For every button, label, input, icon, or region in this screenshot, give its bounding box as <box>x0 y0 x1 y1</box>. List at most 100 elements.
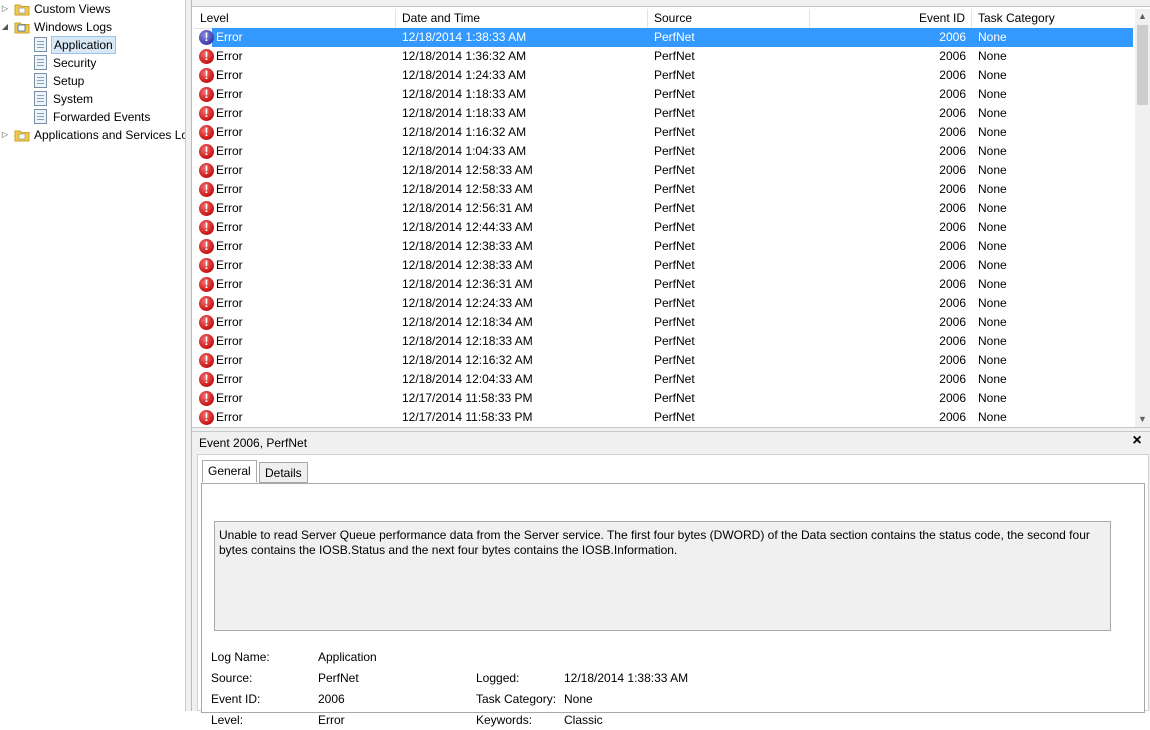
column-header-date-time[interactable]: Date and Time <box>396 9 648 28</box>
cell-level: Error <box>216 239 243 253</box>
expand-arrow-icon[interactable]: ▷ <box>0 0 10 18</box>
cell-event-id: 2006 <box>939 296 966 310</box>
error-icon: ! <box>199 372 214 387</box>
cell-level: Error <box>216 106 243 120</box>
error-icon: ! <box>199 106 214 121</box>
tree-item-label: Applications and Services Lo <box>34 128 185 142</box>
error-icon: ! <box>199 220 214 235</box>
table-row[interactable]: ! Error 12/18/2014 1:16:32 AM PerfNet 2006 No… <box>194 123 1133 142</box>
cell-date-time: 12/18/2014 1:16:32 AM <box>402 125 527 139</box>
table-row[interactable]: ! Error 12/18/2014 12:56:31 AM PerfNet 2006 N… <box>194 199 1133 218</box>
cell-task-category: None <box>978 277 1007 291</box>
cell-level: Error <box>216 315 243 329</box>
tree-item-windows-logs[interactable]: ◢ Windows Logs <box>0 18 185 36</box>
cell-task-category: None <box>978 144 1007 158</box>
tree-item-security[interactable]: Security <box>0 54 185 72</box>
cell-level: Error <box>216 334 243 348</box>
cell-event-id: 2006 <box>939 68 966 82</box>
cell-event-id: 2006 <box>939 201 966 215</box>
tree-item-label: Setup <box>53 74 85 88</box>
table-row[interactable]: ! Error 12/18/2014 1:18:33 AM PerfNet 2006 No… <box>194 104 1133 123</box>
column-header-task-category[interactable]: Task Category <box>972 9 1133 28</box>
cell-source: PerfNet <box>654 125 695 139</box>
cell-level: Error <box>216 353 243 367</box>
logged-value[interactable]: 12/18/2014 1:38:33 AM <box>564 668 688 688</box>
table-row[interactable]: ! Error 12/17/2014 11:58:33 PM PerfNet 2006 N… <box>194 389 1133 408</box>
cell-level: Error <box>216 125 243 139</box>
cell-date-time: 12/18/2014 12:36:31 AM <box>402 277 533 291</box>
table-row[interactable]: ! Error 12/18/2014 1:36:32 AM PerfNet 2006 No… <box>194 47 1133 66</box>
cell-event-id: 2006 <box>939 87 966 101</box>
cell-source: PerfNet <box>654 87 695 101</box>
column-header-level[interactable]: Level <box>194 9 396 28</box>
cell-task-category: None <box>978 106 1007 120</box>
cell-event-id: 2006 <box>939 125 966 139</box>
cell-source: PerfNet <box>654 296 695 310</box>
task-category-label: Task Category: <box>476 692 557 706</box>
table-row[interactable]: ! Error 12/18/2014 12:18:33 AM PerfNet 2006 N… <box>194 332 1133 351</box>
event-id-value[interactable]: 2006 <box>318 689 345 709</box>
cell-date-time: 12/18/2014 12:58:33 AM <box>402 182 533 196</box>
preview-body: General Details Unable to read Server Qu… <box>197 454 1149 727</box>
vertical-splitter[interactable] <box>185 0 192 711</box>
column-header-event-id[interactable]: Event ID <box>810 9 972 28</box>
error-icon: ! <box>199 239 214 254</box>
table-row[interactable]: ! Error 12/18/2014 12:16:32 AM PerfNet 2006 N… <box>194 351 1133 370</box>
tree-item-system[interactable]: System <box>0 90 185 108</box>
error-icon: ! <box>199 87 214 102</box>
cell-task-category: None <box>978 68 1007 82</box>
table-row[interactable]: ! Error 12/18/2014 12:58:33 AM PerfNet 2006 N… <box>194 161 1133 180</box>
table-row[interactable]: ! Error 12/17/2014 11:58:33 PM PerfNet 2006 N… <box>194 408 1133 427</box>
tree-item-setup[interactable]: Setup <box>0 72 185 90</box>
table-row[interactable]: ! Error 12/18/2014 1:18:33 AM PerfNet 2006 No… <box>194 85 1133 104</box>
task-category-value[interactable]: None <box>564 689 593 709</box>
cell-source: PerfNet <box>654 391 695 405</box>
tab-general[interactable]: General <box>202 460 257 483</box>
cell-source: PerfNet <box>654 372 695 386</box>
vertical-scrollbar[interactable]: ▲ ▼ <box>1135 9 1150 427</box>
event-rows: ! Error 12/18/2014 1:38:33 AM PerfNet 2006 No… <box>194 28 1133 427</box>
cell-level: Error <box>216 220 243 234</box>
table-row[interactable]: ! Error 12/18/2014 12:38:33 AM PerfNet 2006 N… <box>194 237 1133 256</box>
tree-item-application[interactable]: Application <box>0 36 185 54</box>
tree-item-applications-and-services[interactable]: ▷ Applications and Services Lo <box>0 126 185 144</box>
expand-arrow-icon[interactable]: ▷ <box>0 126 10 144</box>
event-description[interactable]: Unable to read Server Queue performance … <box>214 521 1111 631</box>
table-row[interactable]: ! Error 12/18/2014 12:36:31 AM PerfNet 2006 N… <box>194 275 1133 294</box>
cell-source: PerfNet <box>654 182 695 196</box>
tree-item-label: Security <box>53 56 97 70</box>
tree-item-custom-views[interactable]: ▷ Custom Views <box>0 0 185 18</box>
column-header-source[interactable]: Source <box>648 9 810 28</box>
cell-task-category: None <box>978 296 1007 310</box>
source-value[interactable]: PerfNet <box>318 668 359 688</box>
table-row[interactable]: ! Error 12/18/2014 12:04:33 AM PerfNet 2006 N… <box>194 370 1133 389</box>
table-row[interactable]: ! Error 12/18/2014 12:24:33 AM PerfNet 2006 N… <box>194 294 1133 313</box>
error-icon: ! <box>199 144 214 159</box>
cell-source: PerfNet <box>654 163 695 177</box>
keywords-value[interactable]: Classic <box>564 710 603 730</box>
error-icon: ! <box>199 391 214 406</box>
cell-level: Error <box>216 144 243 158</box>
collapse-arrow-icon[interactable]: ◢ <box>0 18 10 36</box>
level-value[interactable]: Error <box>318 710 345 730</box>
tree-item-forwarded-events[interactable]: Forwarded Events <box>0 108 185 126</box>
cell-event-id: 2006 <box>939 106 966 120</box>
tab-details[interactable]: Details <box>259 462 308 483</box>
folder-icon <box>14 128 30 142</box>
table-row[interactable]: ! Error 12/18/2014 1:04:33 AM PerfNet 2006 No… <box>194 142 1133 161</box>
scroll-down-icon[interactable]: ▼ <box>1135 412 1150 427</box>
table-row[interactable]: ! Error 12/18/2014 12:18:34 AM PerfNet 2006 N… <box>194 313 1133 332</box>
tree-item-label: Application <box>51 36 116 54</box>
table-row[interactable]: ! Error 12/18/2014 1:38:33 AM PerfNet 2006 No… <box>194 28 1133 47</box>
error-icon: ! <box>199 68 214 83</box>
cell-level: Error <box>216 372 243 386</box>
log-name-value[interactable]: Application <box>318 647 377 667</box>
cell-task-category: None <box>978 163 1007 177</box>
table-row[interactable]: ! Error 12/18/2014 1:24:33 AM PerfNet 2006 No… <box>194 66 1133 85</box>
close-icon[interactable]: × <box>1130 433 1144 449</box>
table-row[interactable]: ! Error 12/18/2014 12:38:33 AM PerfNet 2006 N… <box>194 256 1133 275</box>
table-row[interactable]: ! Error 12/18/2014 12:44:33 AM PerfNet 2006 N… <box>194 218 1133 237</box>
scroll-up-icon[interactable]: ▲ <box>1135 9 1150 24</box>
scrollbar-thumb[interactable] <box>1137 25 1148 105</box>
table-row[interactable]: ! Error 12/18/2014 12:58:33 AM PerfNet 2006 N… <box>194 180 1133 199</box>
